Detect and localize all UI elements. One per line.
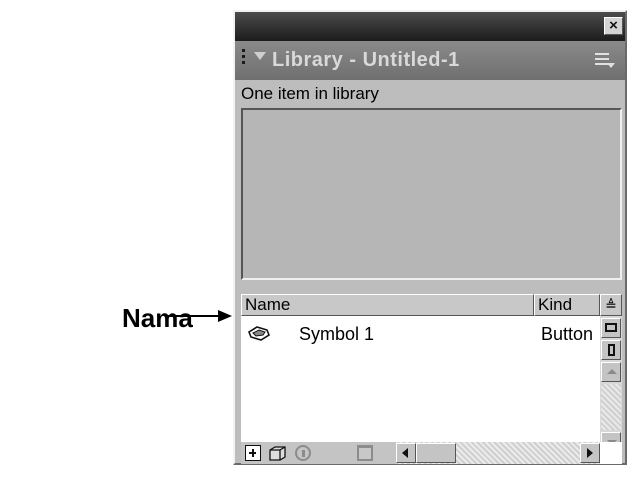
scroll-right-button[interactable] [580, 443, 600, 463]
wide-state-icon [605, 323, 617, 332]
panel-header[interactable]: Library - Untitled-1 [235, 41, 625, 80]
new-folder-icon[interactable] [269, 445, 286, 461]
drag-grip-icon[interactable] [242, 49, 246, 71]
list-item[interactable]: Symbol 1 Button [241, 322, 600, 348]
new-symbol-icon[interactable] [245, 445, 261, 461]
collapse-arrow-icon[interactable] [254, 52, 266, 60]
button-symbol-icon [247, 324, 271, 344]
horizontal-scrollbar[interactable] [396, 442, 622, 464]
list-header: Name Kind ≜ [241, 294, 622, 316]
narrow-view-button[interactable] [601, 340, 621, 360]
close-icon: × [609, 17, 618, 34]
properties-icon[interactable] [295, 445, 311, 461]
window-titlebar[interactable]: × [235, 12, 625, 41]
options-menu-icon[interactable] [595, 53, 615, 69]
callout-arrow-icon [168, 310, 232, 322]
panel-title: Library - Untitled-1 [272, 49, 460, 71]
column-header-kind[interactable]: Kind [534, 294, 600, 316]
item-kind: Button [541, 324, 594, 344]
vertical-scrollbar[interactable] [600, 316, 622, 454]
scrollbar-corner [600, 442, 622, 464]
vertical-scroll-track[interactable] [601, 384, 621, 430]
library-toolbar [241, 442, 396, 464]
item-name: Symbol 1 [299, 324, 375, 344]
arrow-left-icon [402, 448, 408, 458]
narrow-state-icon [608, 344, 615, 356]
scroll-up-button[interactable] [601, 362, 621, 382]
library-list: Symbol 1 Button [241, 316, 600, 454]
close-button[interactable]: × [604, 17, 623, 35]
delete-icon[interactable] [357, 445, 373, 461]
sort-order-button[interactable]: ≜ [600, 294, 622, 316]
scroll-left-button[interactable] [396, 443, 416, 463]
column-header-name[interactable]: Name [241, 294, 534, 316]
preview-area [241, 108, 622, 280]
wide-view-button[interactable] [601, 318, 621, 338]
arrow-up-icon [607, 369, 617, 374]
library-panel: × Library - Untitled-1 One item in libra… [233, 10, 627, 465]
arrow-right-icon [587, 448, 593, 458]
library-status-text: One item in library [241, 84, 379, 103]
horizontal-scroll-thumb[interactable] [416, 443, 456, 463]
